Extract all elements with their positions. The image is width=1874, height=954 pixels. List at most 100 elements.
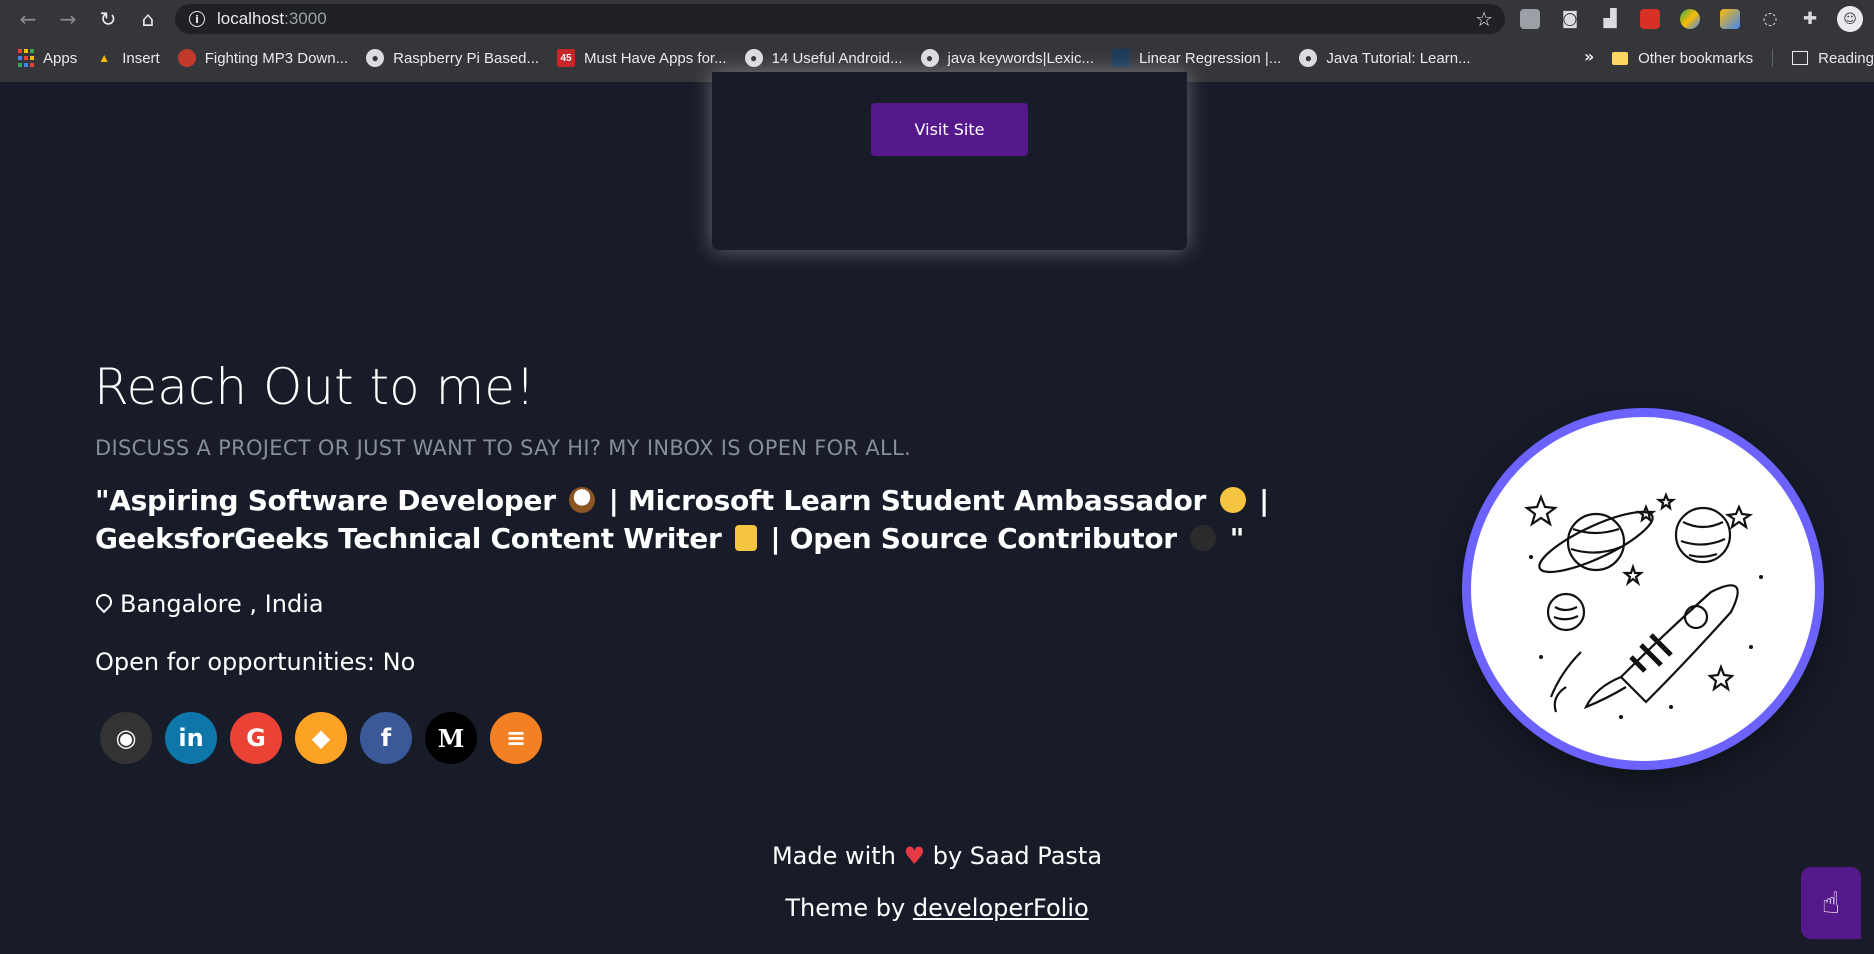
site-info-icon[interactable]: i — [189, 11, 205, 27]
bookmark-java-tutorial[interactable]: ● Java Tutorial: Learn... — [1290, 45, 1479, 71]
other-bookmarks-label: Other bookmarks — [1638, 49, 1754, 67]
back-button[interactable]: ← — [14, 5, 42, 33]
globe-icon: ● — [744, 49, 763, 67]
gitlab-icon[interactable]: ◆ — [295, 712, 347, 764]
puzzle-extensions-icon[interactable]: ✚ — [1796, 5, 1824, 33]
arrow-right-icon: → — [59, 7, 77, 31]
contact-title: Reach Out to me! — [94, 358, 536, 416]
google-icon[interactable]: G — [230, 712, 282, 764]
location-pin-icon — [92, 590, 116, 614]
footer-made-suffix: by Saad Pasta — [932, 842, 1103, 870]
bookmark-label: Fighting MP3 Down... — [204, 49, 349, 67]
space-illustration — [1471, 417, 1815, 761]
pointer-hand-fab[interactable]: ☝ — [1801, 867, 1861, 939]
reload-icon: ↻ — [99, 7, 117, 31]
reading-list-label: Reading — [1818, 49, 1874, 67]
extensions-row: ◙ ▟ ◌ ✚ ☺ — [1516, 5, 1864, 33]
insert-icon: ▲ — [98, 51, 111, 65]
bookmark-label: 14 Useful Android... — [771, 49, 903, 67]
writing-hand-emoji-icon — [734, 525, 757, 551]
url-host: localhost — [217, 9, 285, 28]
home-button[interactable]: ⌂ — [134, 5, 162, 33]
footer-made-with: Made with ♥ by Saad Pasta — [0, 842, 1874, 870]
more-bookmarks-button[interactable]: » — [1584, 47, 1594, 66]
bookmark-star-icon[interactable]: ☆ — [1475, 7, 1493, 31]
45-icon: 45 — [557, 49, 576, 67]
bookmark-label: Raspberry Pi Based... — [393, 49, 540, 67]
bio-part: | Open Source Contributor — [770, 522, 1177, 555]
coffee-emoji-icon — [569, 487, 596, 513]
bookmark-label: Linear Regression |... — [1139, 49, 1282, 67]
bio-text: "Aspiring Software Developer | Microsoft… — [95, 482, 1355, 558]
bookmark-fighting-mp3[interactable]: Fighting MP3 Down... — [169, 45, 357, 71]
reload-button[interactable]: ↻ — [94, 5, 122, 33]
globe-icon: ● — [366, 49, 385, 67]
stackoverflow-icon[interactable]: ≡ — [490, 712, 542, 764]
opportunities-status: Open for opportunities: No — [95, 648, 416, 676]
profile-avatar[interactable]: ☺ — [1836, 5, 1864, 33]
folder-icon — [1612, 51, 1629, 65]
site-icon — [1112, 49, 1130, 67]
globe-icon: ● — [1299, 49, 1318, 67]
bookmark-label: Must Have Apps for... — [584, 49, 727, 67]
blue-extension-icon[interactable] — [1716, 5, 1744, 33]
sync-extension-icon[interactable]: ◌ — [1756, 5, 1784, 33]
heart-icon: ♥ — [903, 842, 926, 870]
bookmark-insert[interactable]: ▲ Insert — [86, 45, 169, 71]
bio-part: " — [1229, 522, 1245, 555]
bookmark-label: Apps — [43, 49, 78, 67]
medium-icon[interactable]: M — [425, 712, 477, 764]
bookmark-apps[interactable]: Apps — [0, 45, 86, 71]
url-port: :3000 — [284, 9, 327, 28]
extension-1-icon[interactable] — [1516, 5, 1544, 33]
bookmark-label: java keywords|Lexic... — [947, 49, 1094, 67]
bookmark-label: Java Tutorial: Learn... — [1326, 49, 1471, 67]
bio-part: | Microsoft Learn Student Ambassador — [608, 484, 1207, 517]
camera-extension-icon[interactable]: ◙ — [1556, 5, 1584, 33]
footer-theme: Theme by developerFolio — [0, 894, 1874, 922]
bookmark-raspberry-pi[interactable]: ● Raspberry Pi Based... — [357, 45, 548, 71]
social-media-links: ◉ in G ◆ f M ≡ — [100, 712, 542, 764]
contact-illustration — [1462, 408, 1824, 770]
bookmark-label: Insert — [122, 49, 160, 67]
profile-icon: ☺ — [1837, 6, 1863, 32]
github-icon[interactable]: ◉ — [100, 712, 152, 764]
page-content: Visit Site Reach Out to me! DISCUSS A PR… — [0, 72, 1874, 954]
browser-toolbar: ← → ↻ ⌂ i localhost:3000 ☆ ◙ ▟ ◌ ✚ ☺ — [0, 0, 1874, 38]
address-bar[interactable]: i localhost:3000 ☆ — [175, 4, 1505, 34]
visit-site-button[interactable]: Visit Site — [871, 103, 1028, 156]
developerfolio-link[interactable]: developerFolio — [913, 894, 1089, 922]
globe-icon: ● — [920, 49, 939, 67]
arrow-left-icon: ← — [19, 7, 37, 31]
bookmark-linear-regression[interactable]: Linear Regression |... — [1103, 45, 1290, 71]
bookmark-useful-android[interactable]: ● 14 Useful Android... — [736, 45, 912, 71]
contact-subtitle: DISCUSS A PROJECT OR JUST WANT TO SAY HI… — [95, 436, 911, 460]
home-icon: ⌂ — [141, 7, 155, 31]
project-card: Visit Site — [712, 72, 1187, 250]
bio-part: "Aspiring Software Developer — [95, 484, 556, 517]
bookmark-must-have-apps[interactable]: 45 Must Have Apps for... — [548, 45, 736, 71]
bookmark-java-keywords[interactable]: ● java keywords|Lexic... — [912, 45, 1103, 71]
reading-list-icon — [1792, 51, 1809, 65]
footer-theme-prefix: Theme by — [785, 894, 906, 922]
bookmarks-divider — [1772, 49, 1774, 67]
pointer-hand-icon: ☝ — [1821, 885, 1841, 921]
colorful-extension-icon[interactable] — [1676, 5, 1704, 33]
reading-list[interactable]: Reading — [1783, 45, 1874, 71]
forward-button[interactable]: → — [54, 5, 82, 33]
site-icon — [177, 49, 196, 67]
apps-grid-icon — [18, 49, 34, 67]
facebook-icon[interactable]: f — [360, 712, 412, 764]
other-bookmarks[interactable]: Other bookmarks — [1603, 45, 1762, 71]
location: Bangalore , India — [92, 590, 324, 618]
space-drawing-icon — [1524, 492, 1763, 719]
footer-made-prefix: Made with — [771, 842, 896, 870]
location-text: Bangalore , India — [120, 590, 324, 618]
chart-extension-icon[interactable]: ▟ — [1596, 5, 1624, 33]
browser-chrome: ← → ↻ ⌂ i localhost:3000 ☆ ◙ ▟ ◌ ✚ ☺ App… — [0, 0, 1874, 82]
address-url[interactable]: localhost:3000 — [217, 9, 327, 29]
linkedin-icon[interactable]: in — [165, 712, 217, 764]
black-heart-emoji-icon — [1190, 525, 1217, 551]
woman-technologist-emoji-icon — [1219, 487, 1246, 513]
red-extension-icon[interactable] — [1636, 5, 1664, 33]
